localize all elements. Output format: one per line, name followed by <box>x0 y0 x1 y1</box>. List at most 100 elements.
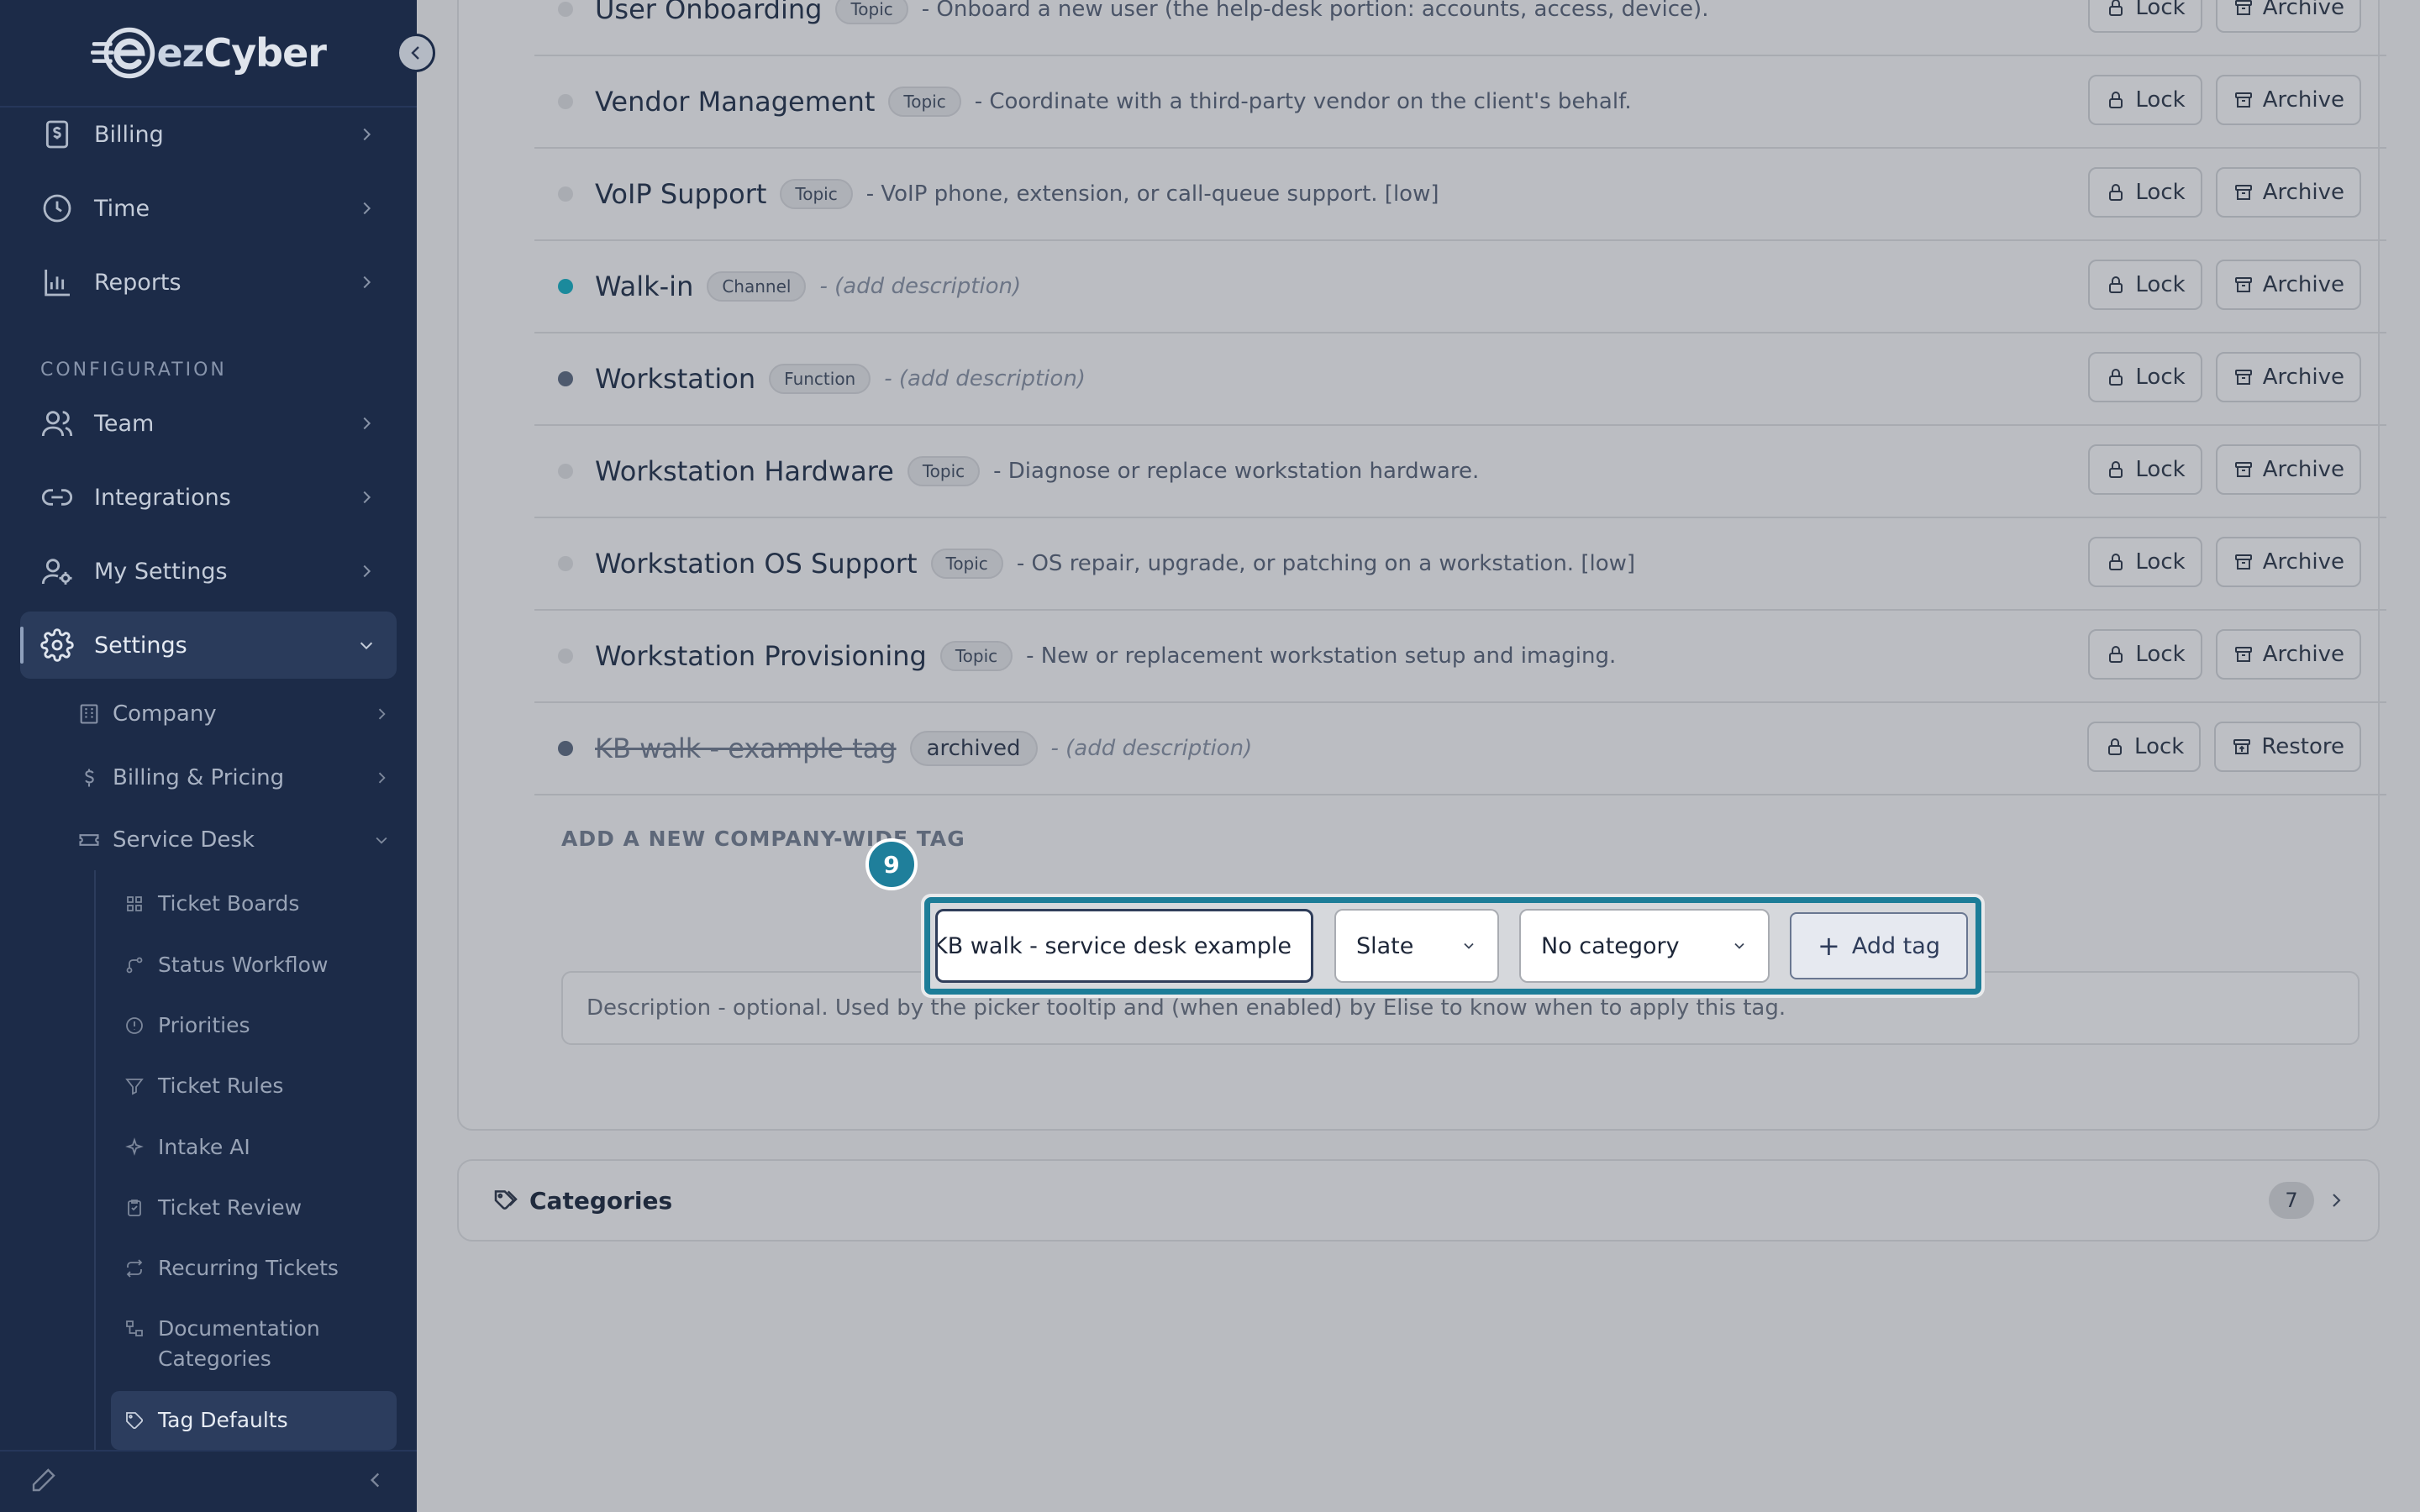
archive-icon <box>2233 643 2254 665</box>
collapse-sidebar-button[interactable] <box>397 34 435 72</box>
subnav-ticket-rules[interactable]: Ticket Rules <box>111 1071 397 1101</box>
nav-label: Team <box>94 410 155 437</box>
lock-button[interactable]: Lock <box>2088 444 2202 495</box>
collapse-sidebar-icon[interactable] <box>365 1469 387 1494</box>
tag-name[interactable]: Workstation Provisioning <box>595 640 927 672</box>
tag-row: Vendor Management Topic - Coordinate with … <box>534 56 2386 149</box>
tag-description[interactable]: - (add description) <box>884 366 1086 391</box>
subnav-label: Status Workflow <box>158 953 329 977</box>
tag-description[interactable]: - VoIP phone, extension, or call-queue s… <box>866 181 1439 207</box>
tag-name[interactable]: KB walk - example tag <box>595 732 897 764</box>
subnav-recurring-tickets[interactable]: Recurring Tickets <box>111 1253 397 1284</box>
workflow-icon <box>123 953 146 977</box>
tag-description[interactable]: - Coordinate with a third-party vendor o… <box>975 89 1632 114</box>
tag-description[interactable]: - (add description) <box>1051 736 1253 761</box>
chevron-right-icon <box>2333 1194 2341 1207</box>
archive-label: Archive <box>2262 549 2344 575</box>
tag-row: Workstation Hardware Topic - Diagnose or r… <box>534 426 2386 518</box>
lock-label: Lock <box>2135 549 2186 575</box>
tag-name[interactable]: Vendor Management <box>595 86 875 118</box>
archive-button[interactable]: Archive <box>2215 444 2361 495</box>
chevron-right-icon <box>350 118 383 151</box>
lock-icon <box>2105 89 2127 111</box>
archive-label: Archive <box>2262 365 2344 390</box>
tag-color-dot <box>558 556 573 571</box>
lock-label: Lock <box>2134 734 2185 759</box>
grid-icon <box>123 892 146 916</box>
chevron-down-icon <box>1734 942 1744 949</box>
lock-button[interactable]: Lock <box>2088 167 2202 218</box>
subnav-label: Documentation Categories <box>158 1316 320 1371</box>
categories-section[interactable]: Categories 7 <box>457 1159 2380 1242</box>
subnav-status-workflow[interactable]: Status Workflow <box>111 950 397 980</box>
tag-name[interactable]: Workstation <box>595 363 755 395</box>
category-select[interactable]: No category <box>1519 909 1770 983</box>
nav-settings[interactable]: Settings <box>20 612 397 679</box>
subnav-company[interactable]: Company <box>76 687 395 741</box>
tag-description[interactable]: - Diagnose or replace workstation hardwa… <box>993 459 1479 484</box>
archive-button[interactable]: Archive <box>2215 537 2361 587</box>
nav-my-settings[interactable]: My Settings <box>20 538 397 605</box>
color-select[interactable]: Slate <box>1334 909 1499 983</box>
tag-name[interactable]: VoIP Support <box>595 178 766 210</box>
row-actions: Lock Archive <box>2088 0 2361 33</box>
edit-icon[interactable] <box>30 1467 57 1497</box>
lock-label: Lock <box>2135 272 2186 297</box>
archive-button[interactable]: Archive <box>2215 0 2361 33</box>
tag-description[interactable]: - New or replacement workstation setup a… <box>1026 643 1616 669</box>
subnav-ticket-boards[interactable]: Ticket Boards <box>111 889 397 919</box>
subnav-priorities[interactable]: Priorities <box>111 1011 397 1041</box>
subnav-intake-ai[interactable]: Intake AI <box>111 1132 397 1163</box>
archive-icon <box>2233 366 2254 388</box>
sparkle-icon <box>123 1136 146 1159</box>
tag-description[interactable]: - OS repair, upgrade, or patching on a w… <box>1017 551 1635 576</box>
brand-logo[interactable]: ezCyber <box>91 22 327 84</box>
subnav-billing-pricing[interactable]: Billing & Pricing <box>76 751 395 805</box>
lock-button[interactable]: Lock <box>2088 75 2202 125</box>
dollar-doc-icon <box>39 116 76 153</box>
archive-button[interactable]: Archive <box>2215 75 2361 125</box>
chevron-right-icon <box>350 407 383 440</box>
nav-label: Integrations <box>94 484 231 511</box>
lock-label: Lock <box>2135 457 2186 482</box>
archive-button[interactable]: Archive <box>2215 352 2361 402</box>
lock-button[interactable]: Lock <box>2087 722 2202 772</box>
nav-time[interactable]: Time <box>20 175 397 242</box>
lock-button[interactable]: Lock <box>2088 0 2202 33</box>
row-actions: Lock Archive <box>2088 75 2361 125</box>
tag-name[interactable]: Workstation Hardware <box>595 455 894 487</box>
archive-button[interactable]: Archive <box>2215 167 2361 218</box>
nav-label: Billing <box>94 121 164 148</box>
restore-button[interactable]: Restore <box>2214 722 2361 772</box>
lock-button[interactable]: Lock <box>2088 260 2202 310</box>
nav-team[interactable]: Team <box>20 390 397 457</box>
nav-label: Reports <box>94 269 182 296</box>
tag-description[interactable]: - Onboard a new user (the help-desk port… <box>922 0 1709 22</box>
add-tag-button[interactable]: + Add tag <box>1790 912 1968 979</box>
tag-name[interactable]: Walk-in <box>595 270 693 302</box>
subnav-tag-defaults[interactable]: Tag Defaults <box>111 1391 397 1450</box>
lock-button[interactable]: Lock <box>2088 537 2202 587</box>
tag-name[interactable]: Workstation OS Support <box>595 548 918 580</box>
tag-type-chip: Topic <box>907 456 981 486</box>
lock-button[interactable]: Lock <box>2088 629 2202 680</box>
tag-description[interactable]: - (add description) <box>819 274 1021 299</box>
lock-button[interactable]: Lock <box>2088 352 2202 402</box>
nav-reports[interactable]: Reports <box>20 249 397 316</box>
lock-label: Lock <box>2135 642 2186 667</box>
tag-name-value: KB walk - service desk example <box>935 932 1292 959</box>
row-actions: Lock Restore <box>2087 722 2361 772</box>
nav-integrations[interactable]: Integrations <box>20 464 397 531</box>
nav-billing[interactable]: Billing <box>20 101 397 168</box>
subnav-service-desk[interactable]: Service Desk <box>76 813 395 867</box>
chevron-down-icon <box>1464 942 1474 949</box>
archive-button[interactable]: Archive <box>2215 629 2361 680</box>
subnav-ticket-review[interactable]: Ticket Review <box>111 1193 397 1223</box>
subnav-documentation-categories[interactable]: Documentation Categories <box>111 1314 397 1374</box>
archive-button[interactable]: Archive <box>2215 260 2361 310</box>
tag-type-chip: Topic <box>780 179 853 209</box>
tag-name[interactable]: User Onboarding <box>595 0 822 25</box>
subnav-label: Ticket Rules <box>158 1074 284 1098</box>
tag-name-input[interactable]: KB walk - service desk example <box>935 909 1313 983</box>
tag-row: Workstation Function - (add description) Lo… <box>534 333 2386 426</box>
